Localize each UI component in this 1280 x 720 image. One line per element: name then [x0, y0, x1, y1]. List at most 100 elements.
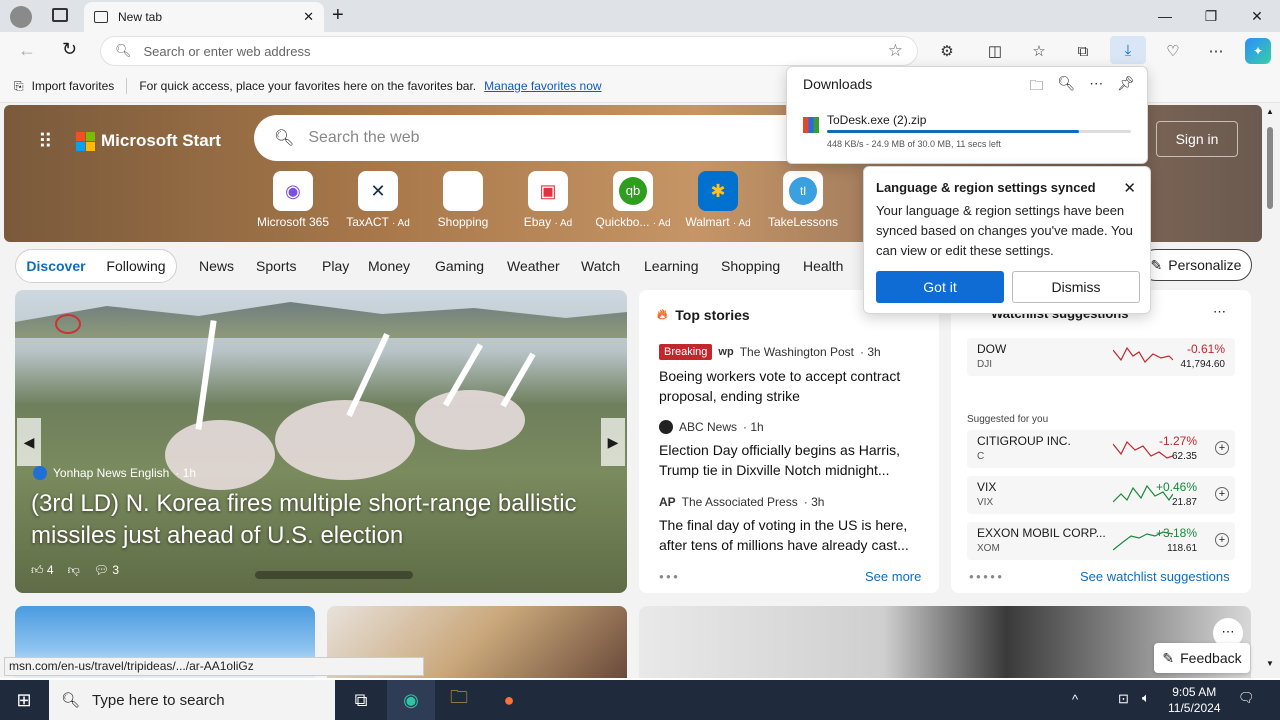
nav-news[interactable]: News [199, 258, 234, 274]
file-explorer-icon[interactable]: 🗀 [435, 680, 483, 720]
profile-icon[interactable] [10, 6, 32, 28]
address-bar[interactable]: 🔍︎ Search or enter web address ☆ [100, 36, 918, 66]
nav-shopping[interactable]: Shopping [721, 258, 780, 274]
new-tab-button[interactable]: + [332, 4, 344, 27]
edge-icon[interactable]: ◉ [387, 680, 435, 720]
quicklink-takelessons[interactable]: tl TakeLessons [763, 171, 843, 229]
tab-actions-icon[interactable] [52, 8, 68, 22]
quicklink-ebay[interactable]: ▣ Ebay · Ad [508, 171, 588, 229]
tab-following[interactable]: Following [106, 258, 165, 274]
search-icon[interactable]: 🔍︎ [1057, 75, 1075, 99]
task-view-icon[interactable]: ⧉ [337, 680, 385, 720]
close-tab-icon[interactable]: ✕ [303, 9, 314, 25]
story-title[interactable]: (3rd LD) N. Korea fires multiple short-r… [31, 488, 611, 552]
browser-essentials-icon[interactable]: ♡ [1160, 38, 1186, 64]
scroll-down-icon[interactable]: ▼ [1266, 659, 1274, 668]
restore-button[interactable]: ❐ [1188, 0, 1234, 32]
nav-gaming[interactable]: Gaming [435, 258, 484, 274]
nav-learning[interactable]: Learning [644, 258, 699, 274]
notification-icon[interactable]: 🗨︎ [1238, 690, 1255, 706]
page-scrollbar[interactable]: ▲ ▼ [1262, 103, 1280, 678]
favorite-star-icon[interactable]: ☆ [888, 41, 903, 61]
taskbar-search[interactable]: 🔍︎ Type here to search [49, 680, 335, 720]
carousel-pager[interactable] [255, 571, 413, 579]
nav-health[interactable]: Health [803, 258, 843, 274]
downloads-icon[interactable]: ⤓ [1110, 36, 1146, 64]
quicklink-walmart[interactable]: ✱ Walmart · Ad [678, 171, 758, 229]
split-screen-icon[interactable]: ◫ [982, 38, 1008, 64]
nav-watch[interactable]: Watch [581, 258, 620, 274]
quicklink-shopping[interactable]: 🏷︎ Shopping [423, 171, 503, 229]
like-button[interactable]: 👍︎ 4 [31, 563, 54, 578]
quicklink-microsoft365[interactable]: ◉ Microsoft 365 [253, 171, 333, 229]
nav-play[interactable]: Play [322, 258, 349, 274]
scroll-up-icon[interactable]: ▲ [1266, 107, 1274, 116]
copilot-icon[interactable]: ✦ [1245, 38, 1271, 64]
extensions-icon[interactable]: ⚙ [934, 38, 960, 64]
firefox-icon[interactable]: ● [485, 680, 533, 720]
favorites-icon[interactable]: ☆ [1026, 38, 1052, 64]
open-folder-icon[interactable]: 🗀 [1029, 75, 1043, 99]
start-button[interactable]: ⊞ [0, 680, 48, 720]
import-favorites-button[interactable]: Import favorites [32, 79, 115, 93]
brand[interactable]: Microsoft Start [76, 131, 221, 151]
collections-icon[interactable]: ⧉ [1070, 38, 1096, 64]
settings-more-icon[interactable]: ⋯ [1203, 38, 1229, 64]
more-options-icon[interactable]: ⋯ [1213, 304, 1226, 320]
quicklink-taxact[interactable]: ✕ TaxACT · Ad [338, 171, 418, 229]
system-clock[interactable]: 9:05 AM 11/5/2024 [1168, 684, 1221, 716]
tab-new-tab[interactable]: New tab ✕ [84, 2, 324, 32]
nav-money[interactable]: Money [368, 258, 410, 274]
pager-dots[interactable]: ● ● ● [659, 572, 678, 581]
quicklink-quickbooks[interactable]: qb Quickbo... · Ad [593, 171, 673, 229]
minimize-button[interactable]: — [1142, 0, 1188, 32]
clock-time: 9:05 AM [1172, 685, 1217, 699]
story-item[interactable]: Breaking wp The Washington Post · 3h Boeing… [659, 344, 919, 406]
taxact-icon: ✕ [358, 171, 398, 211]
web-search-box[interactable]: 🔍︎ Search the web [254, 115, 814, 161]
personalize-button[interactable]: ✎ Personalize [1140, 249, 1252, 281]
tray-chevron-icon[interactable]: ^ [1072, 692, 1078, 707]
stock-row[interactable]: CITIGROUP INC. C -1.27% 62.35 + [967, 430, 1235, 468]
add-to-watchlist-button[interactable]: + [1215, 487, 1229, 501]
stock-row[interactable]: VIX VIX +0.46% 21.87 + [967, 476, 1235, 514]
add-to-watchlist-button[interactable]: + [1215, 441, 1229, 455]
network-icon[interactable]: ⊡ [1118, 691, 1129, 707]
close-window-button[interactable]: ✕ [1234, 0, 1280, 32]
story-title[interactable]: The final day of voting in the US is her… [659, 515, 919, 555]
story-title[interactable]: Boeing workers vote to accept contract p… [659, 366, 919, 406]
stock-row[interactable]: DOW DJI -0.61% 41,794.60 [967, 338, 1235, 376]
dismiss-button[interactable]: Dismiss [1012, 271, 1140, 303]
refresh-button[interactable]: ↻ [62, 39, 77, 60]
scroll-thumb[interactable] [1267, 127, 1273, 209]
tab-discover[interactable]: Discover [26, 258, 85, 274]
add-to-watchlist-button[interactable]: + [1215, 533, 1229, 547]
story-item[interactable]: ABC News · 1h Election Day officially beg… [659, 420, 919, 480]
see-watchlist-link[interactable]: See watchlist suggestions [1080, 569, 1230, 584]
carousel-prev-button[interactable]: ◀ [17, 418, 41, 466]
pager-dots[interactable]: ● ● ● ● ● [969, 572, 1002, 581]
see-more-link[interactable]: See more [865, 569, 921, 584]
back-button[interactable]: ← [18, 40, 36, 61]
app-launcher-icon[interactable]: ⠿ [38, 129, 53, 154]
volume-icon[interactable]: 🔈︎ [1142, 690, 1150, 706]
comment-button[interactable]: 💬︎ 3 [94, 563, 119, 578]
nav-sports[interactable]: Sports [256, 258, 296, 274]
download-file-name[interactable]: ToDesk.exe (2).zip [827, 113, 926, 127]
pin-icon[interactable]: 📌︎ [1117, 75, 1135, 99]
dislike-button[interactable]: 👎︎ [68, 563, 80, 578]
stock-row[interactable]: EXXON MOBIL CORP... XOM +3.18% 118.61 + [967, 522, 1235, 560]
close-icon[interactable]: ✕ [1123, 179, 1136, 197]
more-options-icon[interactable]: ⋯ [1089, 75, 1103, 99]
story-item[interactable]: AP The Associated Press · 3h The final day… [659, 495, 919, 555]
got-it-button[interactable]: Got it [876, 271, 1004, 303]
nav-weather[interactable]: Weather [507, 258, 560, 274]
story-title[interactable]: Election Day officially begins as Harris… [659, 440, 919, 480]
sign-in-button[interactable]: Sign in [1156, 121, 1238, 157]
feedback-button[interactable]: ✎ Feedback [1154, 643, 1250, 673]
stock-price: 62.35 [1171, 451, 1197, 462]
manage-favorites-link[interactable]: Manage favorites now [484, 79, 601, 93]
featured-story-card[interactable]: ◀ ▶ Yonhap News English · 1h (3rd LD) N.… [15, 290, 627, 593]
feed-toggle: Discover Following [15, 249, 177, 283]
carousel-next-button[interactable]: ▶ [601, 418, 625, 466]
